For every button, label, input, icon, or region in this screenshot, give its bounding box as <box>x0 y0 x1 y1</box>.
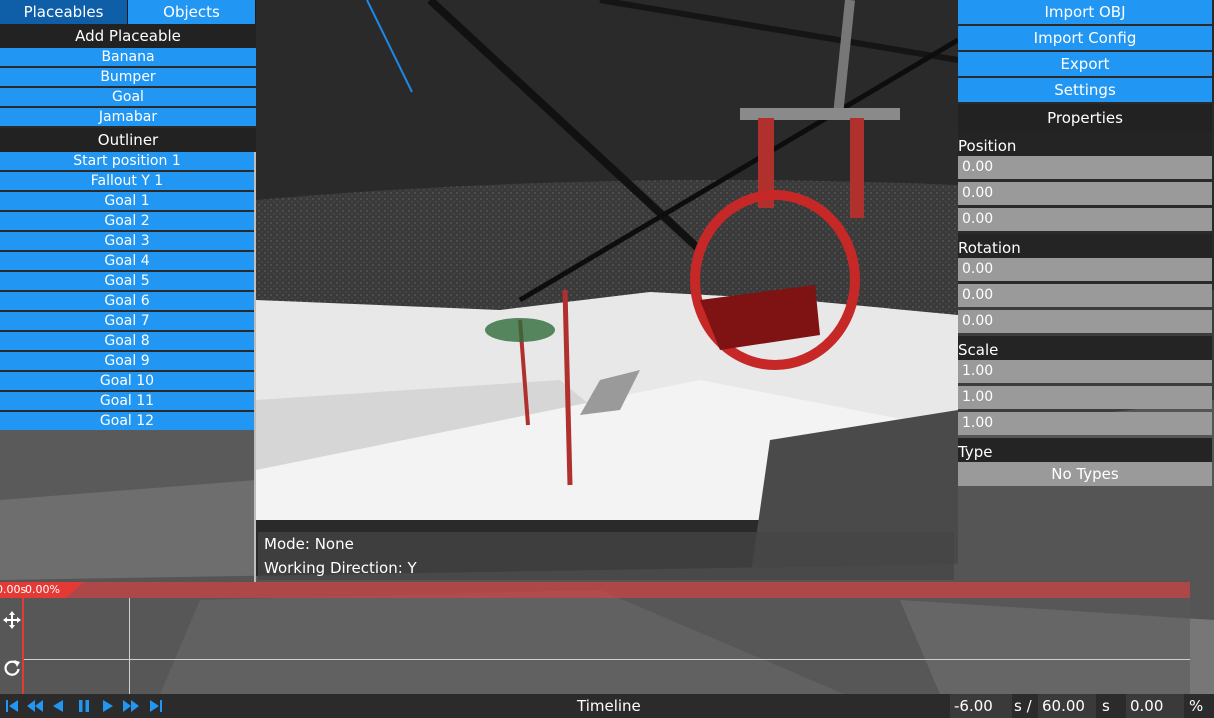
left-panel: Placeables Objects Add Placeable Banana … <box>0 0 256 580</box>
rotation-y-field[interactable]: 0.00 <box>958 284 1212 307</box>
timeline-baseline <box>24 659 1190 660</box>
add-jamabar-button[interactable]: Jamabar <box>0 108 256 126</box>
timeline-marker[interactable] <box>129 598 130 694</box>
timeline-title: Timeline <box>577 697 641 715</box>
rotate-icon[interactable] <box>2 658 22 678</box>
outliner-list: Start position 1 Fallout Y 1 Goal 1 Goal… <box>0 152 256 430</box>
export-button[interactable]: Export <box>958 52 1212 76</box>
skip-to-start-icon[interactable] <box>4 698 20 714</box>
timeline-percent-readout: 0.00% <box>25 583 60 596</box>
type-selector[interactable]: No Types <box>958 462 1212 486</box>
move-icon[interactable] <box>2 610 22 630</box>
timeline-time-readout: 0.00s <box>0 583 27 596</box>
timeline-playhead[interactable] <box>22 598 24 694</box>
outliner-item-goal-1[interactable]: Goal 1 <box>0 192 254 210</box>
tab-objects[interactable]: Objects <box>128 0 256 24</box>
play-icon[interactable] <box>100 698 116 714</box>
scale-x-field[interactable]: 1.00 <box>958 360 1212 383</box>
current-time-field[interactable]: -6.00 <box>950 694 1012 718</box>
skip-to-end-icon[interactable] <box>148 698 164 714</box>
type-label: Type <box>958 438 1212 462</box>
timeline-scrubber[interactable]: 0.00s 0.00% <box>0 582 1190 598</box>
outliner-item-goal-4[interactable]: Goal 4 <box>0 252 254 270</box>
tab-placeables[interactable]: Placeables <box>0 0 128 24</box>
outliner-item-goal-9[interactable]: Goal 9 <box>0 352 254 370</box>
add-goal-button[interactable]: Goal <box>0 88 256 106</box>
duration-field[interactable]: 60.00 <box>1038 694 1096 718</box>
panel-tabs: Placeables Objects <box>0 0 256 24</box>
percent-unit: % <box>1189 697 1204 715</box>
pause-icon[interactable] <box>76 698 92 714</box>
outliner-item-goal-3[interactable]: Goal 3 <box>0 232 254 250</box>
outliner-item-goal-2[interactable]: Goal 2 <box>0 212 254 230</box>
working-direction-text: Working Direction: Y <box>264 559 417 577</box>
properties-header: Properties <box>958 104 1212 132</box>
rotation-label: Rotation <box>958 234 1212 258</box>
seconds-separator: s / <box>1014 697 1032 715</box>
position-z-field[interactable]: 0.00 <box>958 208 1212 231</box>
add-placeable-header: Add Placeable <box>0 24 256 48</box>
timeline-controls-bar: Timeline -6.00 s / 60.00 s 0.00 % <box>0 694 1214 718</box>
rotation-x-field[interactable]: 0.00 <box>958 258 1212 281</box>
scale-z-field[interactable]: 1.00 <box>958 412 1212 435</box>
right-panel: Import OBJ Import Config Export Settings… <box>958 0 1212 582</box>
seconds-unit: s <box>1102 697 1110 715</box>
scale-label: Scale <box>958 336 1212 360</box>
outliner-scrollbar[interactable] <box>254 152 256 582</box>
scale-y-field[interactable]: 1.00 <box>958 386 1212 409</box>
position-x-field[interactable]: 0.00 <box>958 156 1212 179</box>
timeline-panel: 0.00s 0.00% Timeline -6.00 s / 60.00 s 0… <box>0 582 1214 718</box>
outliner-item-goal-10[interactable]: Goal 10 <box>0 372 254 390</box>
add-bumper-button[interactable]: Bumper <box>0 68 256 86</box>
mode-info-box: Mode: None Working Direction: Y <box>258 532 954 580</box>
rotation-z-field[interactable]: 0.00 <box>958 310 1212 333</box>
position-y-field[interactable]: 0.00 <box>958 182 1212 205</box>
outliner-item-goal-11[interactable]: Goal 11 <box>0 392 254 410</box>
speed-field[interactable]: 0.00 <box>1126 694 1184 718</box>
position-label: Position <box>958 132 1212 156</box>
import-obj-button[interactable]: Import OBJ <box>958 0 1212 24</box>
mode-text: Mode: None <box>264 535 354 553</box>
placeable-list: Banana Bumper Goal Jamabar <box>0 48 256 126</box>
outliner-header: Outliner <box>0 128 256 152</box>
rewind-icon[interactable] <box>27 698 43 714</box>
outliner-item-fallout-y-1[interactable]: Fallout Y 1 <box>0 172 254 190</box>
outliner-item-start-position-1[interactable]: Start position 1 <box>0 152 254 170</box>
outliner-item-goal-7[interactable]: Goal 7 <box>0 312 254 330</box>
outliner-item-goal-12[interactable]: Goal 12 <box>0 412 254 430</box>
play-reverse-icon[interactable] <box>50 698 66 714</box>
timeline-track[interactable] <box>0 598 1190 694</box>
import-config-button[interactable]: Import Config <box>958 26 1212 50</box>
fast-forward-icon[interactable] <box>123 698 139 714</box>
outliner-item-goal-6[interactable]: Goal 6 <box>0 292 254 310</box>
add-banana-button[interactable]: Banana <box>0 48 256 66</box>
outliner-item-goal-8[interactable]: Goal 8 <box>0 332 254 350</box>
settings-button[interactable]: Settings <box>958 78 1212 102</box>
outliner-item-goal-5[interactable]: Goal 5 <box>0 272 254 290</box>
